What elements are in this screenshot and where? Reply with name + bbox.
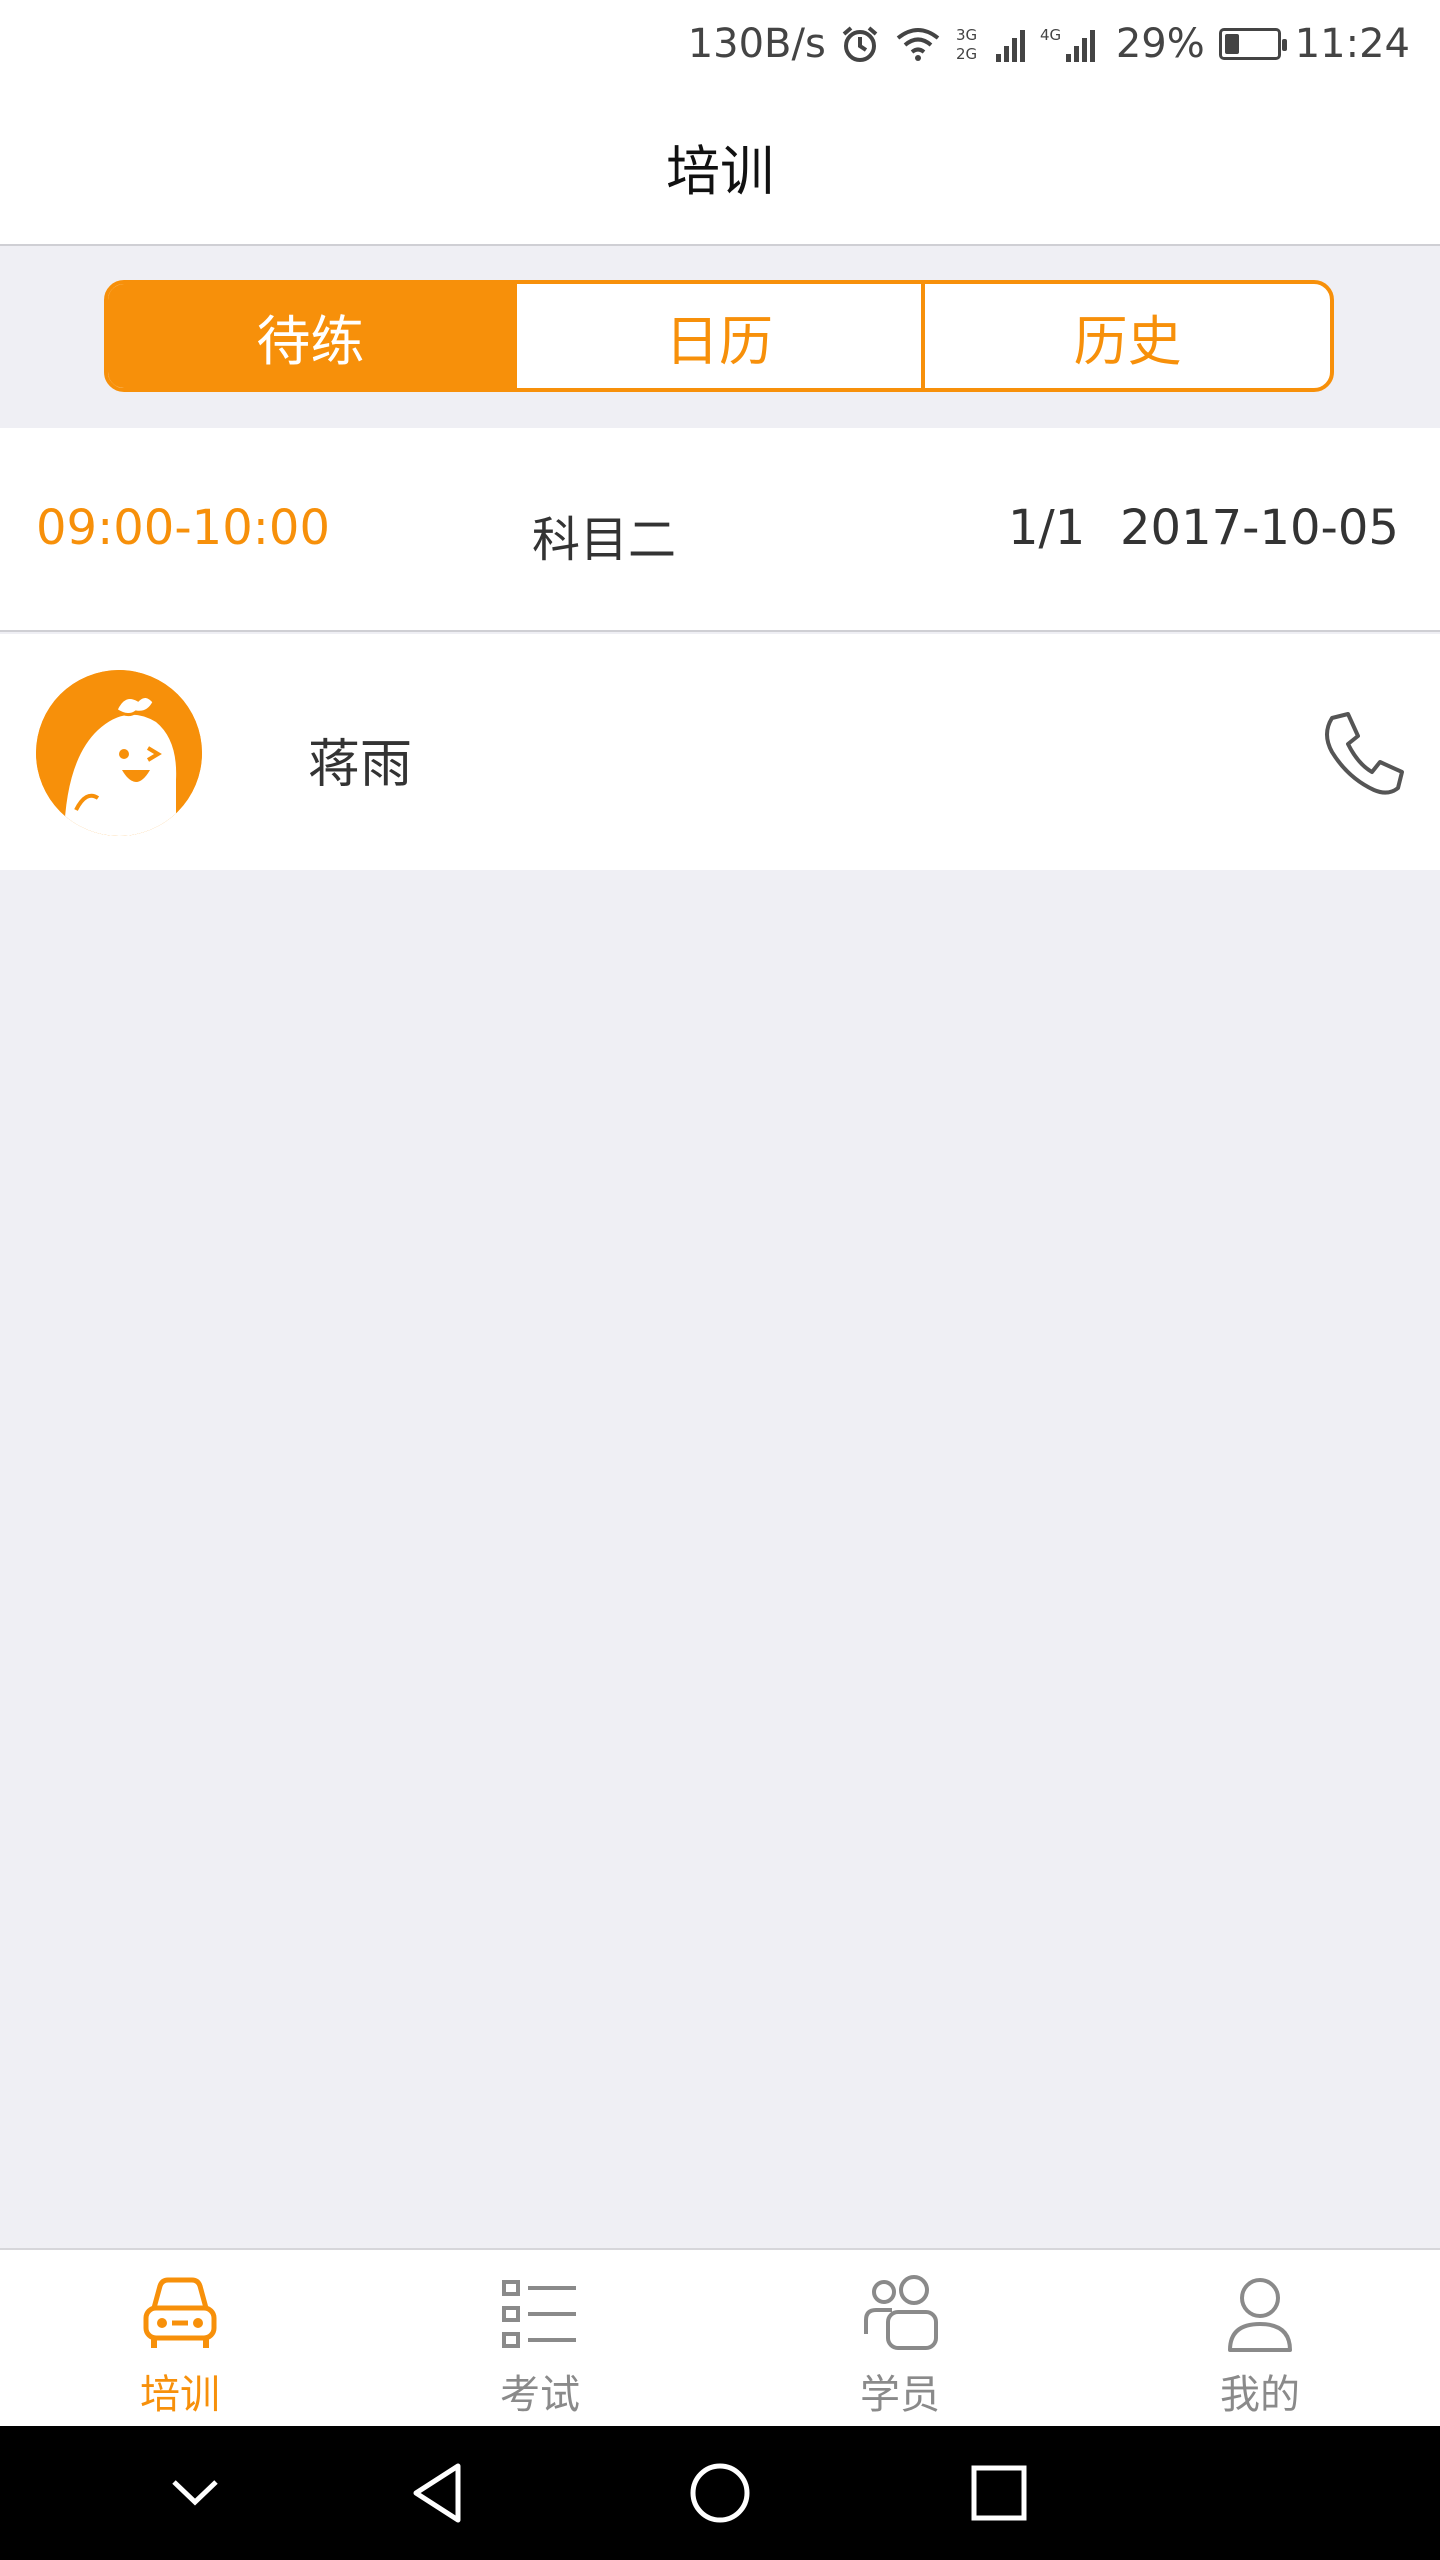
page-title: 培训 <box>666 139 774 203</box>
segment-area: 待练 日历 历史 <box>0 246 1440 428</box>
tab-training-label: 培训 <box>140 2372 220 2418</box>
mascot-avatar-icon <box>36 670 202 836</box>
tab-mine-label: 我的 <box>1220 2372 1300 2418</box>
list-icon <box>502 2280 576 2348</box>
status-bar: 130B/s 3G 2G 4G 29% 11:24 <box>0 0 1440 88</box>
tab-exam-label: 考试 <box>500 2372 580 2418</box>
tab-mine[interactable]: 我的 <box>1080 2250 1440 2426</box>
chevron-down-icon[interactable] <box>162 2460 228 2526</box>
tab-students-label: 学员 <box>860 2372 940 2418</box>
status-time: 11:24 <box>1294 21 1410 67</box>
car-icon <box>143 2277 217 2348</box>
student-name: 蒋雨 <box>308 735 413 795</box>
recents-icon[interactable] <box>966 2460 1032 2526</box>
segment-pending[interactable]: 待练 <box>108 284 513 388</box>
segment-history[interactable]: 历史 <box>921 284 1330 388</box>
session-subject: 科目二 <box>532 512 677 568</box>
signal-3g2g-icon: 3G 2G <box>956 24 1026 64</box>
back-icon[interactable] <box>406 2460 472 2526</box>
alarm-icon <box>840 24 880 64</box>
person-icon <box>1228 2278 1292 2352</box>
segmented-control: 待练 日历 历史 <box>104 280 1334 392</box>
signal-4g-icon: 4G <box>1040 24 1102 64</box>
bottom-tab-bar: 培训 考试 学员 我的 <box>0 2248 1440 2426</box>
session-date: 2017-10-05 <box>1120 500 1399 556</box>
header: 培训 <box>0 88 1440 246</box>
battery-percent: 29% <box>1115 21 1205 67</box>
net-speed: 130B/s <box>687 21 826 67</box>
student-row[interactable]: 蒋雨 <box>0 634 1440 870</box>
battery-fill <box>1224 34 1239 54</box>
tab-students[interactable]: 学员 <box>720 2250 1080 2426</box>
users-icon <box>864 2275 938 2350</box>
home-icon[interactable] <box>687 2460 753 2526</box>
battery-icon <box>1218 28 1287 60</box>
segment-calendar[interactable]: 日历 <box>512 284 922 388</box>
net-2g-label: 2G <box>956 45 977 63</box>
wifi-icon <box>894 24 942 64</box>
tab-exam[interactable]: 考试 <box>360 2250 720 2426</box>
session-count: 1/1 <box>1008 500 1086 556</box>
session-time: 09:00-10:00 <box>36 500 330 556</box>
tab-training[interactable]: 培训 <box>0 2250 360 2426</box>
session-row[interactable]: 09:00-10:00 科目二 1/1 2017-10-05 <box>0 428 1440 632</box>
phone-icon[interactable] <box>1318 708 1406 796</box>
system-nav-bar <box>0 2426 1440 2560</box>
net-4g-label: 4G <box>1040 26 1061 44</box>
net-3g-label: 3G <box>956 26 977 44</box>
